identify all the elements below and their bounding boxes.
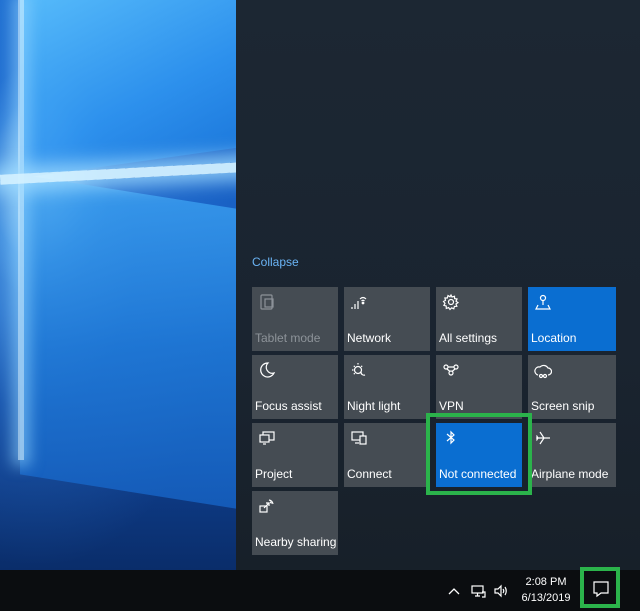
tile-location[interactable]: Location (528, 287, 616, 351)
tile-night-light[interactable]: Night light (344, 355, 430, 419)
collapse-link[interactable]: Collapse (252, 255, 299, 269)
tile-nearby-sharing[interactable]: Nearby sharing (252, 491, 338, 555)
tile-label: Tablet mode (255, 331, 321, 345)
action-center-button[interactable] (580, 567, 620, 608)
taskbar-clock[interactable]: 2:08 PM 6/13/2019 (516, 574, 576, 606)
tablet-mode-icon (258, 293, 276, 311)
wallpaper-window-pane-top (20, 0, 236, 179)
tile-airplane-mode[interactable]: Airplane mode (528, 423, 616, 487)
project-icon (258, 429, 276, 447)
tile-label: Focus assist (255, 399, 322, 413)
vpn-icon (442, 361, 460, 379)
clock-date: 6/13/2019 (521, 592, 571, 604)
chevron-up-icon[interactable] (446, 583, 462, 599)
tile-label: Screen snip (531, 399, 595, 413)
moon-icon (258, 361, 276, 379)
airplane-icon (534, 429, 552, 447)
tile-label: Airplane mode (531, 467, 609, 481)
nearby-sharing-icon (258, 497, 276, 515)
taskbar: 2:08 PM 6/13/2019 (0, 570, 640, 611)
network-icon (350, 293, 368, 311)
tile-screen-snip[interactable]: Screen snip (528, 355, 616, 419)
gear-icon (442, 293, 460, 311)
network-tray-icon[interactable] (470, 583, 486, 599)
tile-tablet-mode[interactable]: Tablet mode (252, 287, 338, 351)
wallpaper-light-beam-vertical (18, 0, 24, 460)
tile-label: Nearby sharing (255, 535, 337, 549)
volume-icon[interactable] (493, 583, 509, 599)
tile-network[interactable]: Network (344, 287, 430, 351)
wallpaper-window-pane-bottom (20, 174, 236, 516)
tile-label: Night light (347, 399, 401, 413)
tile-project[interactable]: Project (252, 423, 338, 487)
tile-bluetooth[interactable]: Not connected (436, 423, 522, 487)
tile-label: Not connected (439, 467, 517, 481)
action-center-panel: Collapse Tablet mode Network All setting… (236, 0, 640, 570)
night-light-icon (350, 361, 368, 379)
desktop-wallpaper (0, 0, 236, 570)
tile-all-settings[interactable]: All settings (436, 287, 522, 351)
tile-label: Project (255, 467, 293, 481)
bluetooth-icon (442, 429, 460, 447)
location-icon (534, 293, 552, 311)
screen-snip-icon (534, 361, 552, 379)
tile-label: All settings (439, 331, 498, 345)
tile-vpn[interactable]: VPN (436, 355, 522, 419)
tile-label: Location (531, 331, 577, 345)
tile-label: Network (347, 331, 392, 345)
tile-label: VPN (439, 399, 464, 413)
tile-focus-assist[interactable]: Focus assist (252, 355, 338, 419)
tile-label: Connect (347, 467, 392, 481)
connect-icon (350, 429, 368, 447)
tile-connect[interactable]: Connect (344, 423, 430, 487)
clock-time: 2:08 PM (525, 576, 567, 588)
action-center-icon (592, 580, 610, 598)
